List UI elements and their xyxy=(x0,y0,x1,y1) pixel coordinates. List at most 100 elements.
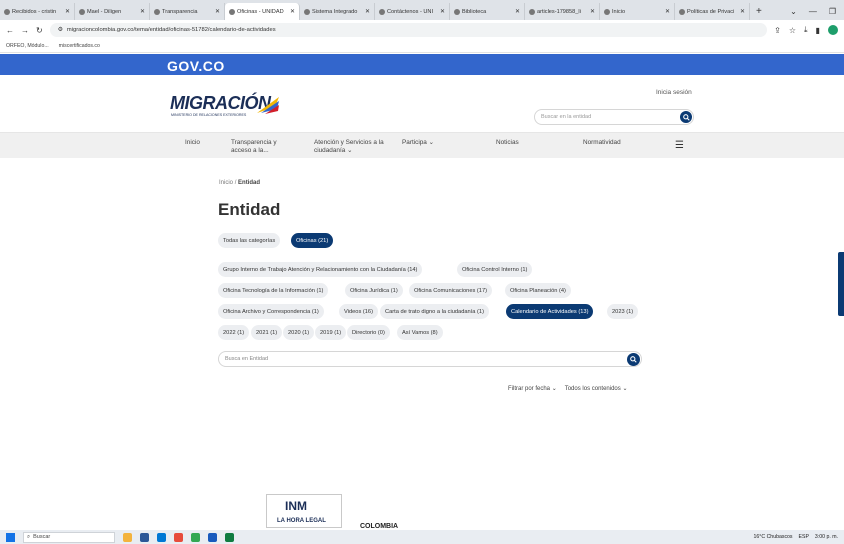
chip-oficinas[interactable]: Oficinas (21) xyxy=(291,233,334,248)
search-button[interactable] xyxy=(680,111,692,123)
browser-tab-strip: Recibidos - cristin ✕ Mael - Diligen ✕ Tra… xyxy=(0,0,844,20)
close-tab-icon[interactable]: ✕ xyxy=(290,8,295,15)
chip-subcategory[interactable]: 2023 (1) xyxy=(607,304,639,319)
nav-item-noticias[interactable]: Noticias xyxy=(496,139,519,147)
colombia-logo[interactable]: COLOMBIA xyxy=(360,523,398,530)
chip-subcategory[interactable]: Oficina Control Interno (1) xyxy=(457,262,533,277)
weather-widget[interactable]: 16°C Chubascos xyxy=(754,534,793,540)
gov-bar: GOV.CO xyxy=(0,54,844,75)
sidebar-icon[interactable]: ▮ xyxy=(816,26,820,35)
govco-logo[interactable]: GOV.CO xyxy=(167,58,225,74)
chip-subcategory[interactable]: Directorio (0) xyxy=(347,325,390,340)
clock[interactable]: 3:00 p. m. xyxy=(815,534,838,540)
download-icon[interactable]: ⤓ xyxy=(804,25,808,35)
page-title: Entidad xyxy=(218,200,281,219)
browser-tab[interactable]: Contáctenos - UNI ✕ xyxy=(375,3,450,20)
app-icon[interactable] xyxy=(174,532,183,542)
browser-tab[interactable]: articles-179858_li ✕ xyxy=(525,3,600,20)
chip-calendario-selected[interactable]: Calendario de Actividades (13) xyxy=(506,304,594,319)
browser-tab[interactable]: Biblioteca ✕ xyxy=(450,3,525,20)
chip-subcategory[interactable]: Oficina Archivo y Correspondencia (1) xyxy=(218,304,324,319)
url-field[interactable]: ⚙ migracioncolombia.gov.co/tema/entidad/… xyxy=(49,23,768,37)
chip-subcategory[interactable]: Así Vamos (8) xyxy=(397,325,443,340)
bookmark-star-icon[interactable]: ☆ xyxy=(789,26,796,35)
profile-avatar[interactable] xyxy=(828,25,838,35)
filters: Filtrar por fecha ⌄ Todos los contenidos… xyxy=(508,385,627,392)
close-tab-icon[interactable]: ✕ xyxy=(65,8,70,15)
excel-icon[interactable] xyxy=(225,532,234,542)
chip-subcategory[interactable]: 2021 (1) xyxy=(251,325,283,340)
close-tab-icon[interactable]: ✕ xyxy=(515,8,520,15)
browser-tab[interactable]: Transparencia ✕ xyxy=(150,3,225,20)
inm-logo[interactable]: INM LA HORA LEGAL xyxy=(266,494,342,528)
word-icon[interactable] xyxy=(208,532,217,542)
search-icon: ⌕ xyxy=(27,533,31,540)
close-tab-icon[interactable]: ✕ xyxy=(740,8,745,15)
chip-todas[interactable]: Todas las categorías xyxy=(218,233,281,248)
entity-content-search-input[interactable]: Busca en Entidad xyxy=(218,351,642,367)
maximize-icon[interactable]: ❐ xyxy=(829,7,836,16)
accessibility-widget[interactable] xyxy=(838,252,844,316)
site-info-icon[interactable]: ⚙ xyxy=(58,27,63,33)
taskbar-search[interactable]: ⌕ Buscar xyxy=(23,531,115,543)
bookmark-item[interactable]: ORFEO, Módulo... xyxy=(6,43,49,49)
chevron-down-icon: ⌄ xyxy=(428,139,435,146)
nav-item-transparencia[interactable]: Transparencia y acceso a la... xyxy=(231,139,291,154)
chip-subcategory[interactable]: 2020 (1) xyxy=(283,325,315,340)
search-button[interactable] xyxy=(627,353,640,366)
nav-item-normatividad[interactable]: Normatividad xyxy=(583,139,621,147)
browser-tab[interactable]: Inicio ✕ xyxy=(600,3,675,20)
entity-search-input[interactable]: Buscar en la entidad xyxy=(534,109,694,125)
close-tab-icon[interactable]: ✕ xyxy=(440,8,445,15)
tab-search-icon[interactable]: ⌄ xyxy=(790,7,797,16)
language-indicator[interactable]: ESP xyxy=(799,534,809,540)
menu-hamburger-icon[interactable]: ☰ xyxy=(675,140,684,151)
windows-start-icon[interactable] xyxy=(6,532,15,542)
outlook-icon[interactable] xyxy=(157,532,166,542)
share-icon[interactable]: ⇪ xyxy=(774,26,781,35)
nav-item-participa[interactable]: Participa ⌄ xyxy=(402,139,434,147)
chrome-icon[interactable] xyxy=(191,532,200,542)
site-header: MIGRACIÓN MINISTERIO DE RELACIONES EXTER… xyxy=(0,75,844,132)
window-controls: ⌄ — ❐ xyxy=(782,3,844,20)
chip-subcategory[interactable]: 2022 (1) xyxy=(218,325,250,340)
nav-item-inicio[interactable]: Inicio xyxy=(185,139,200,147)
chip-subcategory[interactable]: Videos (16) xyxy=(339,304,378,319)
login-link[interactable]: Inicia sesión xyxy=(656,89,692,96)
chevron-down-icon: ⌄ xyxy=(622,386,628,392)
chip-subcategory[interactable]: 2019 (1) xyxy=(315,325,347,340)
address-bar-row: ← → ↻ ⚙ migracioncolombia.gov.co/tema/en… xyxy=(0,20,844,40)
chip-subcategory[interactable]: Carta de trato digno a la ciudadanía (1) xyxy=(380,304,489,319)
browser-tab[interactable]: Sistema Integrado ✕ xyxy=(300,3,375,20)
chip-subcategory[interactable]: Oficina Jurídica (1) xyxy=(345,283,403,298)
reload-icon[interactable]: ↻ xyxy=(36,26,43,35)
filter-content-dropdown[interactable]: Todos los contenidos ⌄ xyxy=(565,385,628,392)
chip-subcategory[interactable]: Grupo Interno de Trabajo Atención y Rela… xyxy=(218,262,423,277)
globe-icon xyxy=(379,8,385,15)
new-tab-button[interactable]: + xyxy=(750,3,768,20)
migracion-logo[interactable]: MIGRACIÓN MINISTERIO DE RELACIONES EXTER… xyxy=(170,93,282,121)
chip-subcategory[interactable]: Oficina Tecnología de la Información (1) xyxy=(218,283,329,298)
app-icon[interactable] xyxy=(140,532,149,542)
close-tab-icon[interactable]: ✕ xyxy=(665,8,670,15)
browser-tab[interactable]: Políticas de Privaci ✕ xyxy=(675,3,750,20)
filter-date-dropdown[interactable]: Filtrar por fecha ⌄ xyxy=(508,385,557,392)
close-tab-icon[interactable]: ✕ xyxy=(590,8,595,15)
file-explorer-icon[interactable] xyxy=(123,532,132,542)
close-tab-icon[interactable]: ✕ xyxy=(140,8,145,15)
back-icon[interactable]: ← xyxy=(6,26,14,35)
chip-subcategory[interactable]: Oficina Comunicaciones (17) xyxy=(409,283,493,298)
bookmark-item[interactable]: miscertificados.co xyxy=(59,43,100,49)
close-tab-icon[interactable]: ✕ xyxy=(215,8,220,15)
close-tab-icon[interactable]: ✕ xyxy=(365,8,370,15)
breadcrumb: Inicio / Entidad xyxy=(219,180,261,186)
nav-item-atencion[interactable]: Atención y Servicios a la ciudadanía ⌄ xyxy=(314,139,394,154)
forward-icon[interactable]: → xyxy=(21,26,29,35)
browser-tab[interactable]: Recibidos - cristin ✕ xyxy=(0,3,75,20)
minimize-icon[interactable]: — xyxy=(809,7,817,16)
browser-tab[interactable]: Mael - Diligen ✕ xyxy=(75,3,150,20)
breadcrumb-home[interactable]: Inicio xyxy=(219,180,233,186)
globe-icon xyxy=(529,8,535,15)
browser-tab-active[interactable]: Oficinas - UNIDAD ✕ xyxy=(225,3,300,20)
chip-subcategory[interactable]: Oficina Planeación (4) xyxy=(505,283,571,298)
